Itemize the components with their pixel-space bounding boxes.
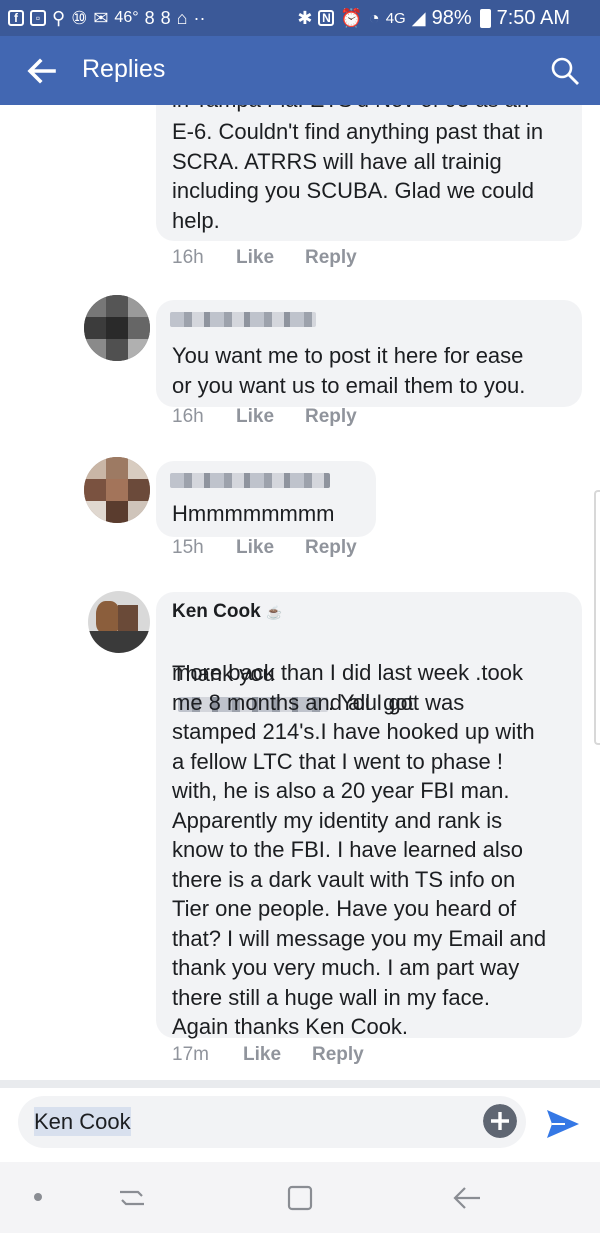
facebook-notification-icon: f [8, 10, 24, 26]
avatar[interactable] [84, 457, 150, 523]
search-icon[interactable] [550, 56, 580, 86]
comment-thread[interactable]: in Tampa Fla. ETS'd Nov of 93 as an E-6.… [0, 105, 600, 1080]
comment-time: 16h [172, 247, 204, 268]
comment-text: You want me to post it here for ease or … [172, 343, 526, 398]
bag-icon: ⌂ [176, 8, 188, 28]
comment-time: 16h [172, 406, 204, 427]
bluetooth-icon: ✱ [297, 8, 313, 28]
reply-button[interactable]: Reply [305, 247, 357, 269]
like-button[interactable]: Like [236, 406, 274, 428]
more-notifications-icon: ·· [193, 8, 206, 28]
nav-dot-icon [34, 1193, 42, 1201]
recents-icon[interactable] [116, 1184, 148, 1212]
status-bar-notifications: f ▫ ⚲ ⑩ ✉ 46° 8 8 ⌂ ·· [8, 0, 206, 36]
like-button[interactable]: Like [236, 247, 274, 269]
author-name-blurred[interactable] [170, 312, 316, 327]
comment-text-partial: in Tampa Fla. ETS'd Nov of 93 as an [172, 105, 529, 115]
comment-text: E-6. Couldn't find anything past that in… [172, 119, 544, 233]
signal-icon: ◢ [411, 8, 426, 28]
clock: 7:50 AM [496, 6, 570, 29]
comment-text: more back than I did last week .took me … [172, 660, 547, 1039]
network-label: 4G [385, 9, 406, 27]
notification-icon: ⑩ [71, 8, 88, 28]
comment-text: Hmmmmmmmm [172, 501, 335, 526]
reply-input-value: Ken Cook [34, 1107, 131, 1136]
alarm-icon: ⏰ [340, 8, 363, 28]
send-icon[interactable] [545, 1108, 581, 1140]
comment-time: 15h [172, 537, 204, 558]
figure8-icon: 8 [144, 8, 155, 28]
reply-button[interactable]: Reply [305, 406, 357, 428]
avatar[interactable] [84, 295, 150, 361]
page-title: Replies [82, 55, 166, 83]
status-bar-system: ✱ N ⏰ ◔ 4G ◢ 98% 7:50 AM [297, 0, 570, 36]
wifi-icon: ◔ [368, 8, 380, 28]
comment-meta: 17m Like Reply [172, 1044, 472, 1070]
coffee-cup-icon: ☕ [265, 605, 283, 620]
comment-meta: 16h Like Reply [172, 247, 472, 273]
arrow-left-icon[interactable] [24, 54, 58, 88]
status-bar: f ▫ ⚲ ⑩ ✉ 46° 8 8 ⌂ ·· ✱ N ⏰ ◔ 4G ◢ 98% … [0, 0, 600, 36]
add-attachment-icon[interactable] [483, 1104, 517, 1138]
figure8-icon-2: 8 [160, 8, 171, 28]
reply-button[interactable]: Reply [312, 1044, 364, 1066]
image-notification-icon: ▫ [30, 10, 46, 26]
author-name[interactable]: Ken Cook ☕ [172, 599, 282, 626]
comment-bubble: in Tampa Fla. ETS'd Nov of 93 as an E-6.… [156, 105, 582, 241]
mail-icon: ✉ [93, 8, 109, 28]
author-name-text[interactable]: Ken Cook [172, 601, 261, 622]
reply-button[interactable]: Reply [305, 537, 357, 559]
battery-percent: 98% [431, 6, 472, 29]
like-button[interactable]: Like [236, 537, 274, 559]
scroll-indicator[interactable] [594, 490, 600, 745]
temperature-label: 46° [114, 9, 139, 26]
battery-icon [479, 8, 491, 28]
like-button[interactable]: Like [243, 1044, 281, 1066]
usb-icon: ⚲ [52, 8, 66, 28]
comment-meta: 15h Like Reply [172, 537, 472, 563]
comment-bubble: You want me to post it here for ease or … [156, 300, 582, 407]
nfc-icon: N [318, 10, 335, 26]
comment-time: 17m [172, 1044, 209, 1065]
author-name-blurred[interactable] [170, 473, 330, 488]
app-bar: Replies [0, 36, 600, 106]
nav-back-icon[interactable] [452, 1184, 482, 1212]
comment-bubble: Ken Cook ☕ Thank you . You got more back… [156, 592, 582, 1039]
home-icon[interactable] [286, 1184, 314, 1212]
avatar[interactable] [88, 591, 150, 653]
reply-input[interactable]: Ken Cook [18, 1096, 526, 1148]
comment-bubble: Hmmmmmmmm [156, 461, 376, 537]
comment-meta: 16h Like Reply [172, 406, 472, 432]
system-nav-bar [0, 1162, 600, 1233]
